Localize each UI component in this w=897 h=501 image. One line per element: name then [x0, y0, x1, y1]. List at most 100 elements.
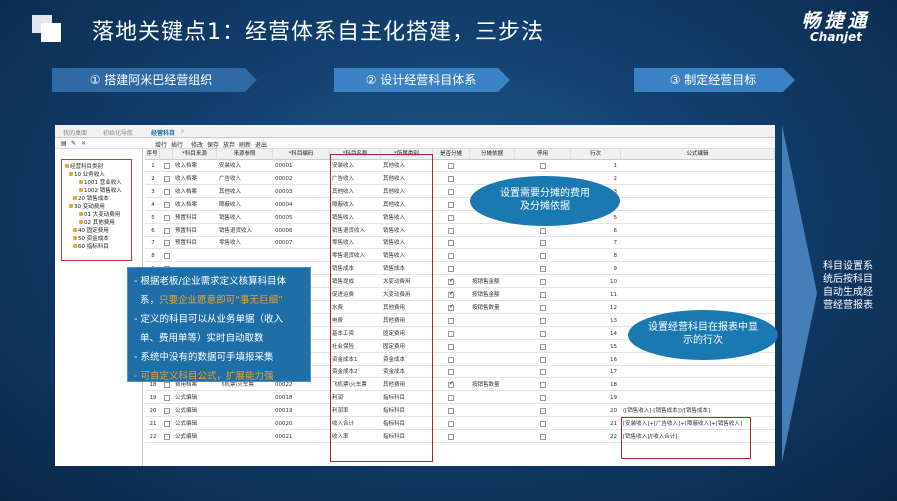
- table-row[interactable]: 1 收入档案 安装收入 00001 安装收入 其他收入 1: [145, 160, 775, 172]
- btn-cancel[interactable]: 放弃: [223, 140, 235, 149]
- column-header[interactable]: *科目编码: [273, 149, 330, 160]
- table-row[interactable]: 3收入档案其他收入00003其他收入其他收入3: [145, 186, 775, 198]
- allocate-checkbox[interactable]: [448, 369, 454, 376]
- allocate-checkbox[interactable]: [448, 380, 454, 389]
- column-header[interactable]: 停用: [515, 149, 571, 160]
- disable-checkbox[interactable]: [540, 382, 546, 389]
- allocate-checkbox[interactable]: [448, 253, 454, 260]
- allocate-checkbox[interactable]: [448, 277, 454, 286]
- allocate-checkbox[interactable]: [448, 395, 454, 402]
- disable-checkbox[interactable]: [540, 317, 546, 324]
- allocate-checkbox[interactable]: [448, 163, 454, 169]
- cell-line-no: 11: [610, 292, 617, 298]
- row-checkbox[interactable]: [164, 408, 170, 415]
- row-number: 21: [149, 421, 157, 427]
- btn-refresh[interactable]: 刷新: [239, 140, 251, 149]
- tab-active[interactable]: 经营科目: [151, 128, 175, 137]
- allocate-checkbox[interactable]: [448, 330, 454, 337]
- row-checkbox[interactable]: [164, 240, 170, 247]
- disable-checkbox[interactable]: [540, 227, 546, 234]
- table-row[interactable]: 5 预置科目 销售收入 00005 销售收入 销售收入 5: [145, 212, 775, 224]
- column-header[interactable]: *科目来源: [173, 149, 217, 160]
- btn-save[interactable]: 保存: [207, 140, 219, 149]
- disable-checkbox[interactable]: [540, 304, 546, 311]
- allocate-checkbox[interactable]: [448, 356, 454, 363]
- allocate-checkbox[interactable]: [448, 317, 454, 324]
- btn-add-row[interactable]: 增行: [155, 140, 167, 149]
- disable-checkbox[interactable]: [540, 395, 546, 402]
- column-header[interactable]: 分摊依据: [470, 149, 515, 160]
- disable-checkbox[interactable]: [540, 266, 546, 273]
- close-tab-icon[interactable]: ✕: [180, 128, 185, 135]
- allocate-checkbox[interactable]: [448, 188, 454, 195]
- row-checkbox[interactable]: [164, 433, 170, 440]
- row-number: 19: [149, 395, 157, 402]
- column-header[interactable]: [160, 149, 173, 160]
- row-checkbox[interactable]: [164, 201, 170, 208]
- row-checkbox[interactable]: [164, 395, 170, 402]
- allocate-checkbox[interactable]: [448, 240, 454, 247]
- allocate-checkbox[interactable]: [448, 175, 454, 182]
- cell-allocation-basis: [472, 263, 514, 275]
- feature-note-box: - 根据老板/企业需求定义核算科目体 系，只要企业愿意即可“事无巨细” - 定义…: [127, 267, 311, 382]
- cell-line-no: 8: [613, 253, 618, 260]
- disable-checkbox[interactable]: [540, 433, 546, 440]
- tab-init[interactable]: 初始化导航: [103, 128, 133, 137]
- row-checkbox[interactable]: [164, 175, 170, 182]
- disable-checkbox[interactable]: [540, 279, 546, 286]
- allocate-checkbox[interactable]: [448, 408, 454, 415]
- allocate-checkbox[interactable]: [448, 227, 454, 234]
- disable-checkbox[interactable]: [540, 421, 546, 427]
- row-checkbox[interactable]: [164, 253, 170, 260]
- allocate-checkbox[interactable]: [448, 214, 454, 221]
- column-header[interactable]: 行次: [571, 149, 621, 160]
- new-icon[interactable]: ▤: [61, 140, 67, 147]
- cell-source: 预置科目: [175, 240, 198, 247]
- table-row[interactable]: 19 公式编辑 00018 利润 指标科目 19: [145, 392, 775, 405]
- column-header[interactable]: 序号: [145, 149, 160, 160]
- table-row[interactable]: 2 收入档案 广告收入 00002 广告收入 其他收入 2: [145, 173, 775, 185]
- disable-checkbox[interactable]: [540, 163, 546, 169]
- tab-desktop[interactable]: 我的桌面: [63, 128, 87, 137]
- disable-checkbox[interactable]: [540, 369, 546, 376]
- delete-icon[interactable]: ✕: [81, 140, 86, 147]
- row-checkbox[interactable]: [164, 163, 170, 169]
- edit-icon[interactable]: ✎: [71, 140, 76, 147]
- allocate-checkbox[interactable]: [448, 433, 454, 440]
- table-row[interactable]: 7 预置科目 零售收入 00007 零售收入 销售收入 7: [145, 237, 775, 250]
- row-checkbox[interactable]: [164, 421, 170, 427]
- btn-insert-row[interactable]: 插行: [171, 140, 183, 149]
- disable-checkbox[interactable]: [540, 253, 546, 260]
- cell-allocation-basis: [472, 354, 514, 366]
- column-header[interactable]: 来源参照: [217, 149, 273, 160]
- allocate-checkbox[interactable]: [448, 290, 454, 298]
- allocate-checkbox[interactable]: [448, 343, 454, 350]
- table-row[interactable]: 20 公式编辑 00019 利润率 指标科目 20 ([销售收入]-[销售成本])/[销售成…: [145, 405, 775, 418]
- cell-allocation-basis: [472, 225, 514, 237]
- allocate-checkbox[interactable]: [448, 266, 454, 273]
- btn-modify[interactable]: 修改: [191, 140, 203, 149]
- disable-checkbox[interactable]: [540, 408, 546, 415]
- column-header[interactable]: 是否分摊: [433, 149, 470, 160]
- table-row[interactable]: 4收入档案障蔽收入00004障蔽收入其他收入4: [145, 199, 775, 211]
- row-checkbox[interactable]: [164, 214, 170, 221]
- table-row[interactable]: 6 预置科目 销售退货收入 00006 销售退货收入 销售收入 6: [145, 225, 775, 237]
- cell-line-no: 14: [610, 330, 617, 337]
- row-checkbox[interactable]: [164, 188, 170, 195]
- tab-bar: 我的桌面 初始化导航 经营科目 ✕: [55, 125, 775, 138]
- allocate-checkbox[interactable]: [448, 421, 454, 427]
- column-header[interactable]: 公式编辑: [621, 149, 775, 160]
- cell-allocation-basis: 按销售金额: [472, 279, 500, 286]
- disable-checkbox[interactable]: [540, 343, 546, 350]
- disable-checkbox[interactable]: [540, 292, 546, 298]
- allocate-checkbox[interactable]: [448, 201, 454, 208]
- disable-checkbox[interactable]: [540, 240, 546, 247]
- cell-formula: [623, 366, 774, 378]
- cell-allocation-basis: [472, 418, 514, 430]
- allocate-checkbox[interactable]: [448, 303, 454, 311]
- table-row[interactable]: 8 零售退货收入 销售收入 8: [145, 250, 775, 263]
- row-checkbox[interactable]: [164, 227, 170, 234]
- btn-exit[interactable]: 退出: [255, 140, 267, 149]
- disable-checkbox[interactable]: [540, 330, 546, 337]
- disable-checkbox[interactable]: [540, 356, 546, 363]
